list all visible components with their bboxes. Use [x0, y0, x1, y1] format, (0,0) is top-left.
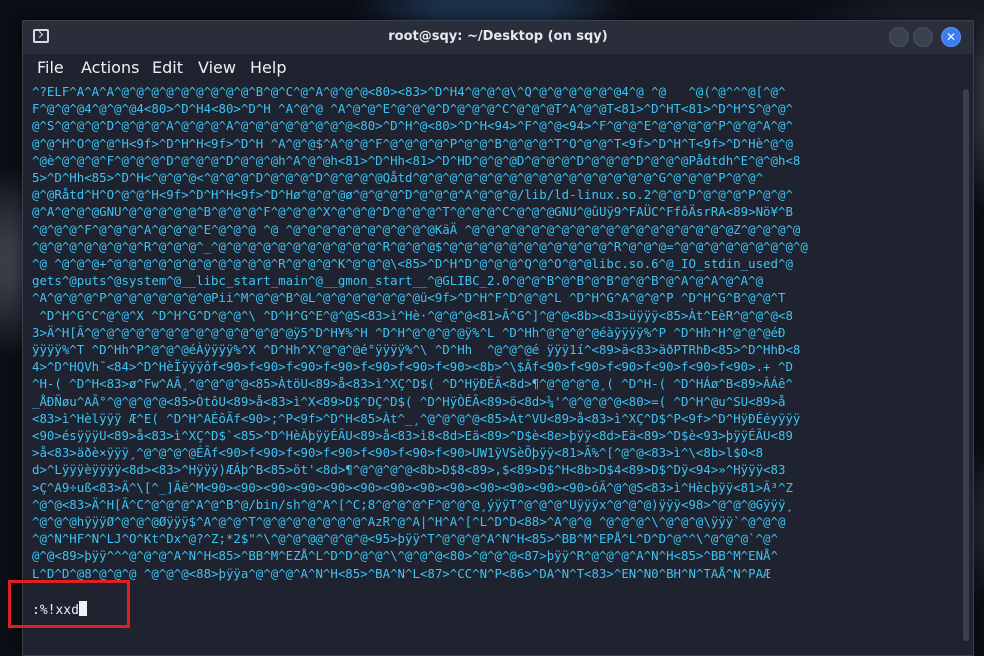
terminal-line: @^@Råtd^H^O^@^@^H<9f>^D^H^H<9f>^D^Hø^@^@…	[32, 187, 793, 203]
terminal-line: ^@^@<83>Ä^H[Ã^C^@^@^@^A^@^B^@/bin/sh^@^A…	[32, 496, 793, 512]
terminal-line: _ÅÐÑøu^AÃ°^@^@^@^@<85>ÒtôU<89>å<83>ì^X<8…	[32, 393, 786, 409]
terminal-window: root@sqy: ~/Desktop (on sqy) ✕ File Acti…	[22, 20, 974, 656]
terminal-line: gets^@puts^@system^@__libc_start_main^@_…	[32, 273, 764, 289]
minimize-button[interactable]	[889, 27, 909, 47]
terminal-line: >Ç^A9÷uß<83>Ä^\[^_]Ãë^M<90><90><90><90><…	[32, 479, 793, 495]
terminal-line: ÿÿÿÿ%^T ^D^Hh^P^@^@^@éÀÿÿÿÿ%^X ^D^Hh^X^@…	[32, 342, 801, 358]
terminal-line: ^@ ^@^@^@+^@^@^@^@^@^@^@^@^@^@^@^R^@^@^@…	[32, 256, 793, 272]
terminal-line: @^@^H^O^@^@^H<9f>^D^H^H<9f>^D^H ^A^@^@$^…	[32, 135, 793, 151]
menu-actions[interactable]: Actions	[81, 58, 139, 77]
terminal-line: @^@<89>þÿÿ^^^@^@^@^A^N^H<85>^BB^M^EZÅ^L^…	[32, 548, 778, 564]
annotation-highlight-box	[8, 580, 130, 628]
terminal-line: L^D^D^@8^@^@^@ ^@^@^@<88>þÿÿa^@^@^@^A^N^…	[32, 565, 771, 581]
terminal-line: ^@^N^HF^N^LJ^O^Kt^Dx^@?^Z;*2$"^\^@^@^@@^…	[32, 531, 778, 547]
terminal-line: 3>Ä^H[Ã^@^@^@^@^@^@^@^@^@^@^@^@^@^@ÿ5^D^…	[32, 324, 786, 340]
terminal-line: ^H-( ^D^H<83>ø^Fw^AÃ¸^@^@^@^@<85>ÀtöU<89…	[32, 376, 793, 392]
title-bar[interactable]: root@sqy: ~/Desktop (on sqy) ✕	[23, 21, 973, 54]
terminal-line: ^@^@^@hÿÿÿØ^@^@^@Øÿÿÿ$^A^@^@^T^@^@^@^@^@…	[32, 514, 786, 530]
menu-edit[interactable]: Edit	[152, 58, 183, 77]
terminal-line: >å<83>äðè×ÿÿÿ¸^@^@^@^@ÉÃf<90>f<90>f<90>f…	[32, 445, 764, 461]
maximize-button[interactable]	[913, 27, 933, 47]
terminal-line: ^D^H^G^C^@^@^X ^D^H^G^D^@^@^\ ^D^H^G^E^@…	[39, 307, 793, 323]
terminal-line: ^@^@^@^@^@^@^@^R^@^@^@^_^@^@^@^@^@^@^@^@…	[32, 238, 808, 254]
terminal-line: ^A^@^@^@^P^@^@^@^@^@^@^@Pii^M^@^@^B^@L^@…	[32, 290, 786, 306]
terminal-output: ^?ELF^A^A^A^@^@^@^@^@^@^@^@^@^B^@^C^@^A^…	[32, 83, 952, 623]
terminal-line: F^@^@^@4^@^@^@4<80>^D^H4<80>^D^H ^A^@^@ …	[32, 101, 793, 117]
terminal-line: d>^Lÿÿÿèÿÿÿÿ<8d><83>^Hÿÿÿ)ÆÁþ^B<85>öt'<8…	[32, 462, 786, 478]
menu-view[interactable]: View	[198, 58, 236, 77]
close-button[interactable]: ✕	[941, 27, 961, 47]
terminal-line: @^S^@^@^@^D^@^@^@^A^@^@^@^A^@^@^@^@^@^@^…	[32, 118, 793, 134]
window-title: root@sqy: ~/Desktop (on sqy)	[388, 29, 608, 44]
menu-file[interactable]: File	[37, 58, 64, 77]
menu-help[interactable]: Help	[250, 58, 286, 77]
terminal-line: ^@è^@^@^@^F^@^@^@^D^@^@^@^D^@^@^@h^A^@^@…	[32, 152, 801, 168]
terminal-line: <83>ì^Hèlÿÿÿ Æ^E( ^D^H^AÉôÃf<90>;^P<9f>^…	[32, 410, 801, 426]
terminal-line: 4>^D^HQVh¯<84>^D^HèÏÿÿÿôf<90>f<90>f<90>f…	[32, 359, 793, 375]
scrollbar[interactable]	[963, 89, 969, 641]
terminal-area[interactable]: ^?ELF^A^A^A^@^@^@^@^@^@^@^@^@^B^@^C^@^A^…	[23, 83, 973, 655]
terminal-line: <90>ésÿÿÿU<89>å<83>ì^XÇ^D$`<85>^D^HèÀþÿÿ…	[32, 428, 793, 444]
terminal-line: 5>^D^Hh<85>^D^H<^@^@^@<^@^@^@^D^@^@^@^D^…	[32, 170, 764, 186]
terminal-line: @^A^@^@^@GNU^@^@^@^@^@^B^@^@^@^F^@^@^@^X…	[32, 204, 793, 220]
terminal-line: ^@^@^@^F^@^@^@^A^@^@^@^E^@^@^@ ^@ ^@^@^@…	[32, 221, 801, 237]
terminal-line: ^?ELF^A^A^A^@^@^@^@^@^@^@^@^@^B^@^C^@^A^…	[32, 84, 786, 99]
menu-bar: File Actions Edit View Help	[23, 54, 973, 82]
